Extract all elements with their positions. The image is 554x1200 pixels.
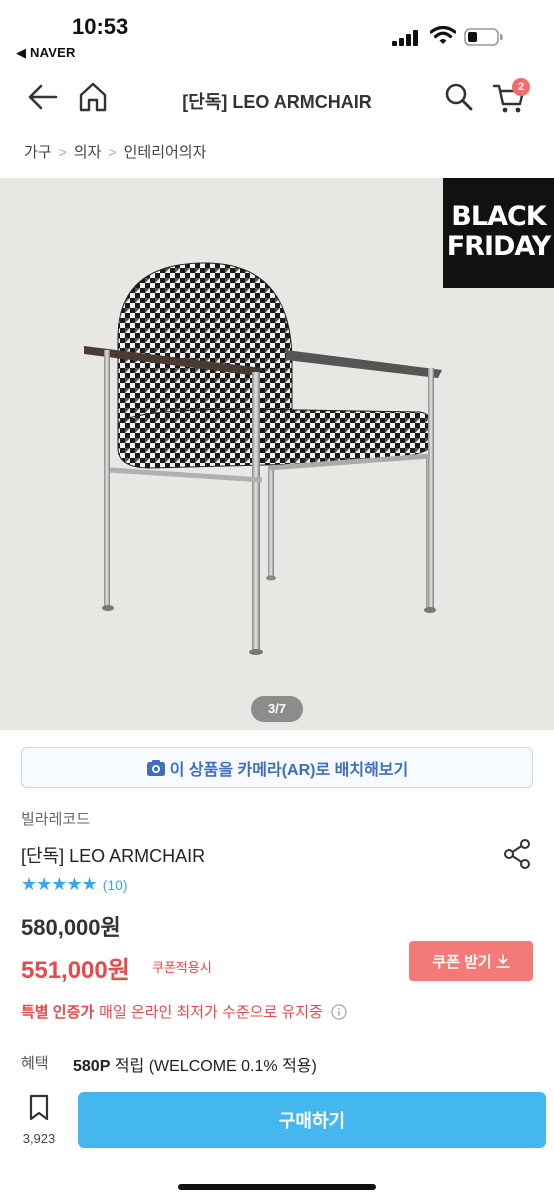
breadcrumb-item[interactable]: 의자 xyxy=(74,141,102,162)
ar-button-label: 이 상품을 카메라(AR)로 배치해보기 xyxy=(169,761,409,779)
get-coupon-button[interactable]: 쿠폰 받기 xyxy=(409,941,533,981)
top-navigation: [단독] LEO ARMCHAIR xyxy=(0,70,554,126)
cart-count-badge: 2 xyxy=(512,78,530,96)
breadcrumb-item[interactable]: 인테리어의자 xyxy=(124,141,207,162)
breadcrumb: 가구 > 의자 > 인테리어의자 xyxy=(24,141,206,162)
cert-label: 특별 인증가 xyxy=(21,1004,95,1021)
back-to-app-link[interactable]: ◀ NAVER xyxy=(16,45,76,61)
benefit-points: 580P xyxy=(73,1058,111,1075)
original-price: 580,000원 xyxy=(21,915,121,940)
purchase-bar: 3,923 구매하기 xyxy=(0,1080,554,1200)
sale-price: 551,000원 xyxy=(21,957,130,984)
product-image-carousel[interactable]: BLACK FRIDAY 3/7 xyxy=(0,178,554,730)
image-counter: 3/7 xyxy=(251,696,303,722)
review-count[interactable]: (10) xyxy=(103,877,128,893)
buy-button[interactable]: 구매하기 xyxy=(78,1092,546,1148)
benefit-value: 580P 적립 (WELCOME 0.1% 적용) xyxy=(73,1052,317,1076)
black-friday-badge: BLACK FRIDAY xyxy=(443,178,554,288)
search-icon[interactable] xyxy=(444,82,474,112)
price-certification: 특별 인증가 매일 온라인 최저가 수준으로 유지중 xyxy=(21,1001,347,1022)
benefit-label: 혜택 xyxy=(21,1055,49,1072)
wishlist-count: 3,923 xyxy=(22,1131,56,1146)
wifi-icon xyxy=(430,26,456,44)
product-name: [단독] LEO ARMCHAIR xyxy=(21,846,206,866)
camera-icon xyxy=(146,759,165,776)
ar-camera-button[interactable]: 이 상품을 카메라(AR)로 배치해보기 xyxy=(21,747,533,788)
star-rating-icon: ★★★★★ xyxy=(21,874,98,894)
status-bar: 10:53 ◀ NAVER xyxy=(0,0,554,64)
info-icon[interactable] xyxy=(331,1003,347,1020)
badge-line: FRIDAY xyxy=(446,231,552,262)
bookmark-icon xyxy=(29,1094,49,1121)
coupon-button-label: 쿠폰 받기 xyxy=(432,953,492,971)
cellular-signal-icon xyxy=(392,30,418,46)
brand-name[interactable]: 빌라레코드 xyxy=(21,808,90,829)
benefit-text: 적립 (WELCOME 0.1% 적용) xyxy=(110,1058,317,1075)
chevron-right-icon: > xyxy=(58,143,67,160)
share-icon[interactable] xyxy=(502,838,532,870)
wishlist-button[interactable]: 3,923 xyxy=(14,1094,64,1146)
status-time: 10:53 xyxy=(72,14,129,39)
cert-text: 매일 온라인 최저가 수준으로 유지중 xyxy=(99,1004,323,1021)
chevron-right-icon: > xyxy=(108,143,117,160)
rating-row[interactable]: ★★★★★ (10) xyxy=(21,874,128,895)
home-indicator xyxy=(178,1184,376,1190)
download-icon xyxy=(495,954,510,968)
badge-line: BLACK xyxy=(451,201,546,232)
battery-icon xyxy=(464,28,503,46)
breadcrumb-item[interactable]: 가구 xyxy=(24,141,52,162)
coupon-applied-note: 쿠폰적용시 xyxy=(152,960,212,975)
